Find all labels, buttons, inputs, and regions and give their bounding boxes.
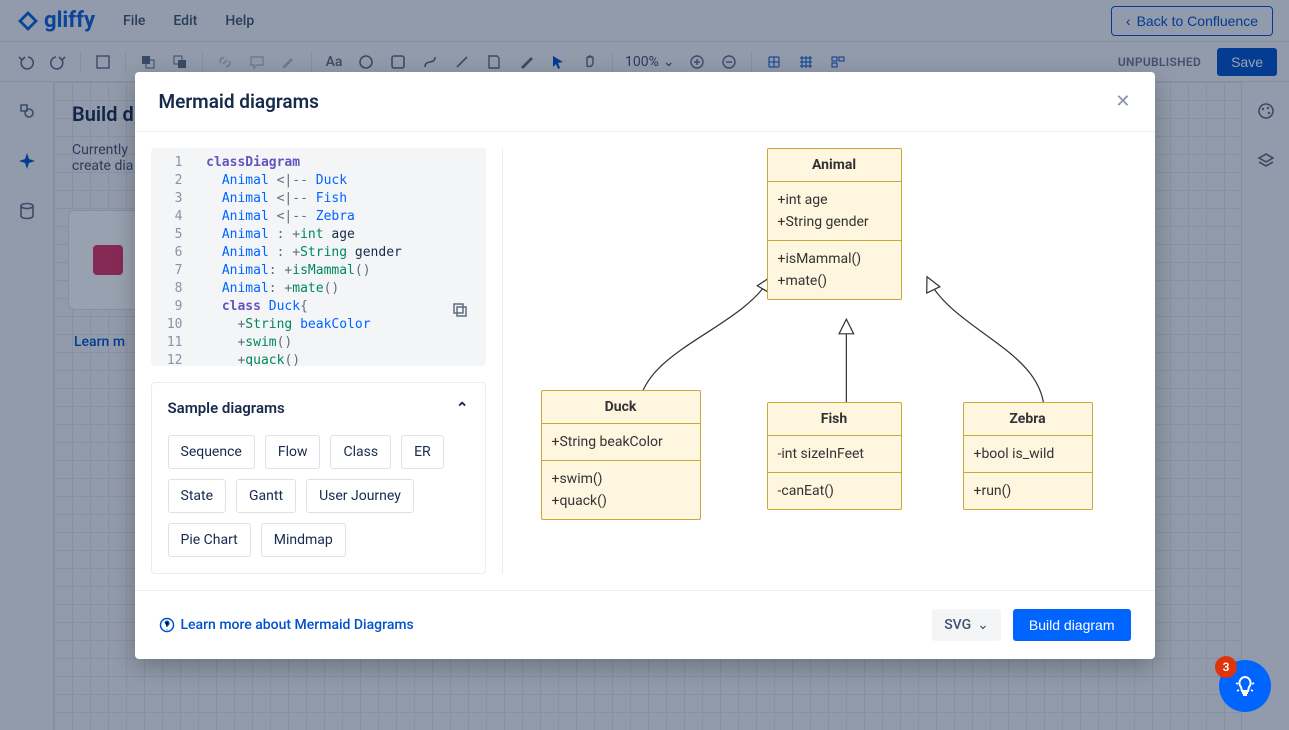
uml-animal: Animal +int age +String gender +isMammal… [767, 148, 902, 300]
uml-title: Duck [542, 391, 700, 424]
line-gutter: 123456789101112 [151, 148, 191, 366]
lightbulb-icon [1232, 673, 1258, 699]
uml-op: +swim() [552, 468, 690, 490]
chip-sequence[interactable]: Sequence [168, 435, 255, 469]
uml-op: +run() [974, 480, 1082, 502]
chip-flow[interactable]: Flow [265, 435, 321, 469]
modal-footer: Learn more about Mermaid Diagrams SVG ⌄ … [135, 590, 1155, 659]
build-diagram-button[interactable]: Build diagram [1013, 609, 1131, 641]
uml-attr: +String gender [778, 211, 891, 233]
modal-header: Mermaid diagrams ✕ [135, 72, 1155, 132]
uml-attr: +bool is_wild [974, 443, 1082, 465]
chip-er[interactable]: ER [401, 435, 444, 469]
uml-title: Zebra [964, 403, 1092, 436]
chip-pie[interactable]: Pie Chart [168, 523, 251, 557]
fab-badge: 3 [1215, 656, 1237, 678]
modal-title: Mermaid diagrams [159, 90, 319, 113]
uml-op: +mate() [778, 270, 891, 292]
uml-fish: Fish -int sizeInFeet -canEat() [767, 402, 902, 510]
diagram-preview: Animal +int age +String gender +isMammal… [502, 148, 1139, 574]
uml-attr: +int age [778, 189, 891, 211]
chip-journey[interactable]: User Journey [306, 479, 414, 513]
uml-op: +quack() [552, 490, 690, 512]
sample-header[interactable]: Sample diagrams ⌃ [168, 399, 469, 417]
uml-op: -canEat() [778, 480, 891, 502]
uml-title: Fish [768, 403, 901, 436]
mermaid-modal: Mermaid diagrams ✕ 123456789101112 class… [135, 72, 1155, 659]
learn-more-link[interactable]: Learn more about Mermaid Diagrams [159, 617, 414, 633]
close-icon[interactable]: ✕ [1115, 91, 1130, 112]
code-body[interactable]: classDiagram Animal <|-- Duck Animal <|-… [191, 148, 486, 366]
modal-backdrop: Mermaid diagrams ✕ 123456789101112 class… [0, 0, 1289, 730]
uml-attr: -int sizeInFeet [778, 443, 891, 465]
info-icon [159, 617, 175, 633]
code-editor[interactable]: 123456789101112 classDiagram Animal <|--… [151, 148, 486, 366]
uml-op: +isMammal() [778, 248, 891, 270]
sample-diagrams-panel: Sample diagrams ⌃ Sequence Flow Class ER… [151, 382, 486, 574]
uml-animal-title: Animal [768, 149, 901, 182]
copy-icon[interactable] [448, 298, 472, 322]
chevron-up-icon: ⌃ [456, 399, 469, 417]
help-fab[interactable]: 3 [1219, 660, 1271, 712]
chip-gantt[interactable]: Gantt [236, 479, 296, 513]
uml-attr: +String beakColor [552, 431, 690, 453]
uml-duck: Duck +String beakColor +swim() +quack() [541, 390, 701, 520]
chip-class[interactable]: Class [330, 435, 391, 469]
chevron-down-icon: ⌄ [977, 617, 989, 633]
chip-state[interactable]: State [168, 479, 227, 513]
uml-zebra: Zebra +bool is_wild +run() [963, 402, 1093, 510]
format-select[interactable]: SVG ⌄ [932, 609, 1001, 641]
chip-mindmap[interactable]: Mindmap [261, 523, 346, 557]
